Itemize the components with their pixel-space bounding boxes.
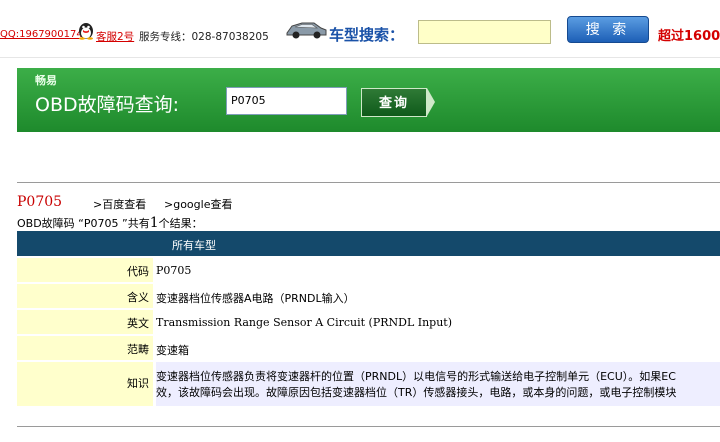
row-value: 变速箱 [156, 344, 189, 357]
service-hotline: 服务专线：028-87038205 [139, 31, 269, 43]
qq-link[interactable]: QQ:1967900174 [0, 29, 83, 40]
google-link[interactable]: >google查看 [164, 196, 232, 212]
over-count-text: 超过1600 [658, 29, 720, 44]
search-button[interactable]: 搜 索 [567, 16, 649, 43]
qq-penguin-icon[interactable] [76, 20, 96, 40]
table-row: 代码 P0705 [17, 258, 720, 282]
query-arrow-icon [427, 88, 435, 116]
car-type-search-input[interactable] [418, 20, 551, 44]
customer-service-link[interactable]: 客服2号 [96, 29, 134, 44]
obd-query-banner: 畅易 OBD故障码查询: P0705 查询 [17, 68, 720, 132]
banner-title: OBD故障码查询: [35, 94, 180, 116]
divider [17, 182, 720, 183]
result-summary: OBD故障码 “P0705 ”共有1个结果： [17, 215, 203, 231]
baidu-link[interactable]: >百度查看 [93, 196, 146, 212]
query-button[interactable]: 查询 [361, 88, 427, 117]
row-value-line1: 变速器档位传感器负责将变速器杆的位置（PRNDL）以电信号的形式输送给电子控制单… [156, 370, 676, 383]
table-header-label: 所有车型 [172, 239, 216, 252]
summary-suffix: 个结果： [158, 217, 203, 230]
table-row: 范畴 变速箱 [17, 336, 720, 360]
summary-prefix: OBD故障码 “P0705 ”共有 [17, 217, 150, 230]
row-value: P0705 [156, 264, 192, 277]
table-row: 英文 Transmission Range Sensor A Circuit (… [17, 310, 720, 334]
row-label: 含义 [127, 291, 149, 304]
row-value: Transmission Range Sensor A Circuit (PRN… [156, 316, 453, 329]
table-row: 含义 变速器档位传感器A电路（PRNDL输入） [17, 284, 720, 308]
divider [17, 426, 720, 427]
row-label: 英文 [127, 317, 149, 330]
car-icon [286, 22, 327, 39]
result-code-title: P0705 [17, 194, 63, 210]
row-label: 代码 [127, 265, 149, 278]
car-type-search-label: 车型搜索： [329, 26, 405, 44]
row-value: 变速器档位传感器A电路（PRNDL输入） [156, 292, 355, 305]
banner-subtitle: 畅易 [35, 74, 57, 87]
table-row: 知识 变速器档位传感器负责将变速器杆的位置（PRNDL）以电信号的形式输送给电子… [17, 362, 720, 406]
summary-count: 1 [149, 215, 159, 231]
top-bar: QQ:1967900174 客服2号 服务专线：028-87038205 车型搜… [0, 0, 720, 58]
row-value-line2: 效，该故障码会出现。故障原因包括变速器档位（TR）传感器接头，电路，或本身的问题… [156, 386, 677, 399]
row-label: 知识 [127, 377, 149, 390]
obd-code-input[interactable]: P0705 [226, 87, 347, 115]
table-header: 所有车型 [17, 231, 720, 256]
row-label: 范畴 [127, 343, 149, 356]
